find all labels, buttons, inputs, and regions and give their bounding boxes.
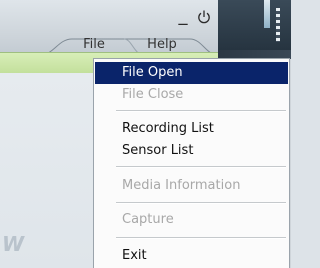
menu-item-capture: Capture <box>122 212 174 227</box>
minimize-button[interactable]: _ <box>175 7 191 25</box>
menu-item-sensor-list[interactable]: Sensor List <box>95 140 288 162</box>
background-stripes <box>276 8 280 42</box>
menu-bar: File Help <box>40 36 218 56</box>
background-highlight <box>264 0 270 28</box>
menu-item-exit[interactable]: Exit <box>95 245 288 267</box>
file-menu-dropdown: File Open File Close Recording List Sens… <box>93 58 290 268</box>
app-window: _ File Help W File Open File Close Recor… <box>0 0 291 268</box>
menu-item-file-close: File Close <box>122 87 184 102</box>
brand-logo: W <box>2 232 24 256</box>
power-button[interactable] <box>196 9 212 25</box>
menu-separator <box>116 237 286 239</box>
menu-separator <box>116 166 286 168</box>
menu-item-recording-list[interactable]: Recording List <box>95 118 288 140</box>
background-window-edge <box>218 0 291 50</box>
power-icon <box>198 10 210 24</box>
menu-item-file-open[interactable]: File Open <box>95 62 288 84</box>
menu-item-media-information: Media Information <box>122 178 241 193</box>
menu-separator <box>116 202 286 204</box>
menu-separator <box>116 110 286 112</box>
